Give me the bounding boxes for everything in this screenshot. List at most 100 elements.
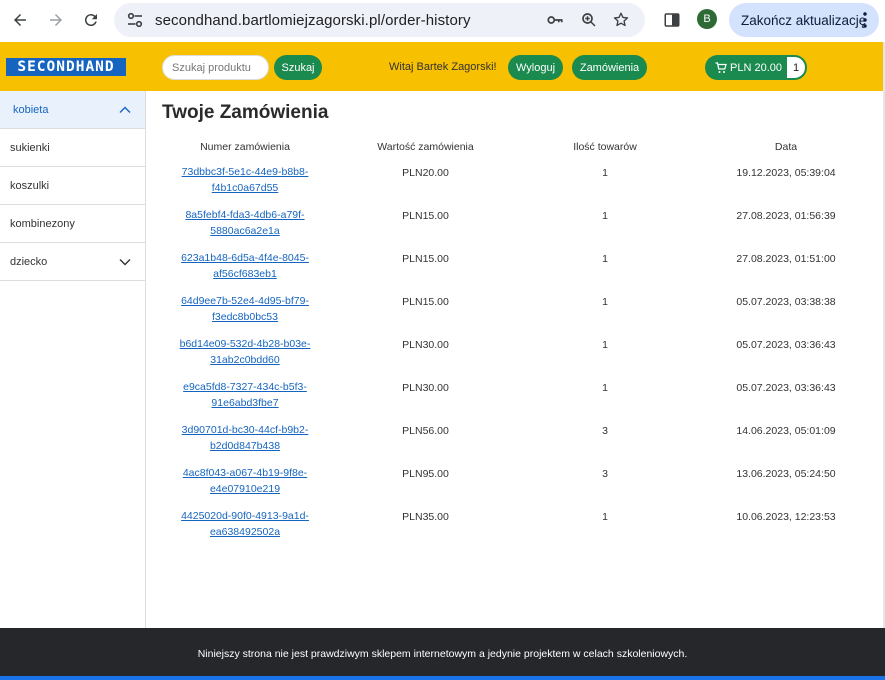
sidebar-item-kobieta[interactable]: kobieta bbox=[0, 91, 145, 129]
order-number-cell: 623a1b48-6d5a-4f4e-8045- af56cf683eb1 bbox=[154, 251, 336, 282]
greeting-text: Witaj Bartek Zagorski! bbox=[389, 61, 497, 73]
more-menu-icon[interactable] bbox=[863, 12, 867, 28]
sidebar-item-koszulki[interactable]: koszulki bbox=[0, 167, 145, 205]
bookmark-star-icon[interactable] bbox=[612, 11, 630, 29]
order-link[interactable]: 73dbbc3f-5e1c-44e9-b8b8- f4b1c0a67d55 bbox=[182, 166, 309, 194]
site-logo[interactable]: SECONDHAND bbox=[6, 58, 126, 76]
order-link[interactable]: 3d90701d-bc30-44cf-b9b2- b2d0d847b438 bbox=[182, 424, 309, 452]
sidebar-item-kombinezony[interactable]: kombinezony bbox=[0, 205, 145, 243]
order-id-part2: f3edc8b0bc53 bbox=[212, 310, 278, 323]
logout-button[interactable]: Wyloguj bbox=[508, 55, 563, 80]
order-id-part1: 73dbbc3f-5e1c-44e9-b8b8- bbox=[181, 166, 309, 178]
sidebar-divider bbox=[145, 91, 146, 628]
arrow-right-icon bbox=[50, 14, 62, 26]
item-count-cell: 1 bbox=[602, 339, 608, 351]
order-id-part1: e9ca5fd8-7327-434c-b5f3- bbox=[183, 381, 307, 393]
item-count-cell: 1 bbox=[602, 296, 608, 308]
item-count-cell: 1 bbox=[602, 210, 608, 222]
order-number-cell: 73dbbc3f-5e1c-44e9-b8b8- f4b1c0a67d55 bbox=[154, 165, 336, 196]
order-value-cell: PLN30.00 bbox=[402, 339, 449, 351]
item-count-cell: 1 bbox=[602, 167, 608, 179]
forward-button[interactable] bbox=[43, 7, 69, 33]
sidebar-item-sukienki[interactable]: sukienki bbox=[0, 129, 145, 167]
order-link[interactable]: b6d14e09-532d-4b28-b03e- 31ab2c0bdd60 bbox=[180, 338, 311, 366]
cart-widget[interactable]: PLN 20.00 1 bbox=[705, 55, 807, 80]
order-value-cell: PLN30.00 bbox=[402, 382, 449, 394]
address-bar[interactable]: secondhand.bartlomiejzagorski.pl/order-h… bbox=[114, 3, 645, 37]
order-value-cell: PLN15.00 bbox=[402, 210, 449, 222]
order-number-cell: 4425020d-90f0-4913-9a1d-ea638492502a bbox=[154, 509, 336, 540]
order-value-cell: PLN15.00 bbox=[402, 253, 449, 265]
order-id-part1: 3d90701d-bc30-44cf-b9b2- bbox=[181, 424, 309, 436]
orders-button[interactable]: Zamówienia bbox=[572, 55, 647, 80]
order-number-cell: 64d9ee7b-52e4-4d95-bf79- f3edc8b0bc53 bbox=[154, 294, 336, 325]
order-value-cell: PLN15.00 bbox=[402, 296, 449, 308]
zoom-icon[interactable] bbox=[580, 11, 598, 29]
page-title: Twoje Zamówienia bbox=[162, 102, 329, 123]
order-date-cell: 27.08.2023, 01:51:00 bbox=[736, 253, 836, 265]
order-id-part1: 64d9ee7b-52e4-4d95-bf79- bbox=[181, 295, 309, 307]
table-row: 73dbbc3f-5e1c-44e9-b8b8- f4b1c0a67d55 PLN2… bbox=[146, 165, 885, 208]
order-id-part2: 5880ac6a2e1a bbox=[210, 224, 280, 237]
order-link[interactable]: 8a5febf4-fda3-4db6-a79f- 5880ac6a2e1a bbox=[185, 209, 304, 237]
order-date-cell: 10.06.2023, 12:23:53 bbox=[736, 511, 836, 523]
item-count-cell: 3 bbox=[602, 425, 608, 437]
order-number-cell: 8a5febf4-fda3-4db6-a79f- 5880ac6a2e1a bbox=[154, 208, 336, 239]
category-sidebar: kobieta sukienki koszulki kombinezony dz… bbox=[0, 91, 146, 281]
reload-icon bbox=[84, 14, 97, 27]
site-settings-icon[interactable] bbox=[126, 12, 144, 28]
arrow-left-icon bbox=[14, 14, 26, 26]
order-id-part2: af56cf683eb1 bbox=[213, 267, 277, 280]
order-link[interactable]: 4425020d-90f0-4913-9a1d-ea638492502a bbox=[181, 510, 309, 538]
reload-button[interactable] bbox=[78, 7, 104, 33]
order-value-cell: PLN20.00 bbox=[402, 167, 449, 179]
order-date-cell: 19.12.2023, 05:39:04 bbox=[736, 167, 836, 179]
key-icon[interactable] bbox=[546, 11, 564, 29]
cart-icon bbox=[715, 61, 727, 73]
sidebar-item-dziecko[interactable]: dziecko bbox=[0, 243, 145, 281]
order-date-cell: 14.06.2023, 05:01:09 bbox=[736, 425, 836, 437]
order-id-part1: 8a5febf4-fda3-4db6-a79f- bbox=[185, 209, 305, 221]
table-row: 3d90701d-bc30-44cf-b9b2- b2d0d847b438 PLN5… bbox=[146, 423, 885, 466]
item-count-cell: 1 bbox=[602, 382, 608, 394]
order-date-cell: 05.07.2023, 03:38:38 bbox=[736, 296, 836, 308]
search-button[interactable]: Szukaj bbox=[274, 55, 322, 80]
item-count-cell: 1 bbox=[602, 511, 608, 523]
order-id-part1: 623a1b48-6d5a-4f4e-8045- bbox=[181, 252, 309, 264]
order-id-part1: 4425020d-90f0-4913-9a1d- bbox=[181, 510, 309, 522]
cart-button[interactable]: PLN 20.00 bbox=[705, 55, 785, 80]
table-row: 8a5febf4-fda3-4db6-a79f- 5880ac6a2e1a PLN1… bbox=[146, 208, 885, 251]
order-date-cell: 05.07.2023, 03:36:43 bbox=[736, 339, 836, 351]
sidebar-item-label: dziecko bbox=[10, 255, 48, 268]
column-header-date: Data bbox=[774, 141, 798, 153]
table-row: 64d9ee7b-52e4-4d95-bf79- f3edc8b0bc53 PLN1… bbox=[146, 294, 885, 337]
order-link[interactable]: 623a1b48-6d5a-4f4e-8045- af56cf683eb1 bbox=[181, 252, 309, 280]
order-link[interactable]: 4ac8f043-a067-4b19-9f8e-e4e07910e219 bbox=[183, 467, 307, 495]
table-row: b6d14e09-532d-4b28-b03e- 31ab2c0bdd60 PLN3… bbox=[146, 337, 885, 380]
cart-total: PLN 20.00 bbox=[730, 61, 782, 74]
order-value-cell: PLN35.00 bbox=[402, 511, 449, 523]
order-date-cell: 05.07.2023, 03:36:43 bbox=[736, 382, 836, 394]
site-header: SECONDHAND Szukaj Witaj Bartek Zagorski!… bbox=[0, 42, 885, 91]
profile-avatar[interactable]: B bbox=[697, 9, 717, 29]
order-id-part2: e4e07910e219 bbox=[209, 482, 281, 495]
sidebar-item-label: kobieta bbox=[13, 103, 49, 116]
order-id-part2: b2d0d847b438 bbox=[209, 439, 281, 452]
column-header-item-count: Ilość towarów bbox=[573, 141, 637, 153]
order-link[interactable]: 64d9ee7b-52e4-4d95-bf79- f3edc8b0bc53 bbox=[181, 295, 309, 323]
order-value-cell: PLN95.00 bbox=[402, 468, 449, 480]
order-id-part1: 4ac8f043-a067-4b19-9f8e- bbox=[182, 467, 308, 479]
side-panel-icon[interactable] bbox=[663, 11, 681, 29]
table-row: e9ca5fd8-7327-434c-b5f3- 91e6abd3fbe7 PLN3… bbox=[146, 380, 885, 423]
order-id-part2: 91e6abd3fbe7 bbox=[211, 396, 279, 409]
update-button[interactable]: Zakończ aktualizację bbox=[729, 3, 879, 37]
order-number-cell: 3d90701d-bc30-44cf-b9b2- b2d0d847b438 bbox=[154, 423, 336, 454]
back-button[interactable] bbox=[7, 7, 33, 33]
sidebar-item-label: kombinezony bbox=[10, 217, 75, 230]
chevron-down-icon bbox=[119, 259, 131, 266]
search-input[interactable] bbox=[162, 55, 269, 80]
order-link[interactable]: e9ca5fd8-7327-434c-b5f3- 91e6abd3fbe7 bbox=[183, 381, 307, 409]
footer-accent-line bbox=[0, 676, 885, 680]
order-number-cell: b6d14e09-532d-4b28-b03e- 31ab2c0bdd60 bbox=[154, 337, 336, 368]
footer-text: Niniejszy strona nie jest prawdziwym skl… bbox=[197, 648, 688, 660]
